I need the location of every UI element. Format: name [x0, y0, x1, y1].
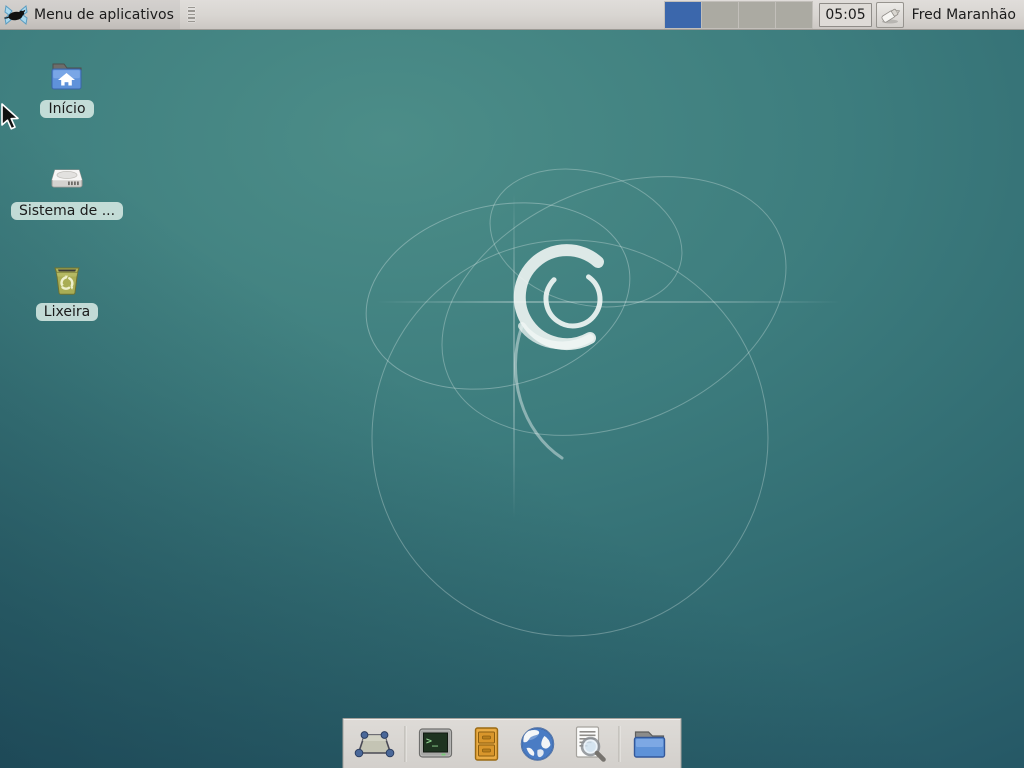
applications-menu-button[interactable]: Menu de aplicativos	[0, 0, 180, 29]
file-manager-launcher[interactable]	[629, 723, 671, 765]
desktop-icon-filesystem[interactable]: Sistema de ...	[12, 158, 122, 220]
desktop-icon-label: Sistema de ...	[11, 202, 123, 220]
blue-folder-icon	[630, 724, 670, 764]
user-actions-label[interactable]: Fred Maranhão	[912, 7, 1024, 23]
web-browser-launcher[interactable]	[517, 723, 559, 765]
dock-separator	[619, 726, 620, 762]
home-folder-icon	[47, 56, 87, 96]
desktop-icon-trash[interactable]: Lixeira	[12, 259, 122, 321]
desktop-icon-home[interactable]: Início	[12, 56, 122, 118]
terminal-icon: >_	[416, 724, 456, 764]
file-cabinet-icon	[467, 724, 507, 764]
debian-swirl-wallpaper	[0, 0, 1024, 768]
top-panel: Menu de aplicativos 05:05 Fred Maranhão	[0, 0, 1024, 30]
show-desktop-button[interactable]	[354, 723, 396, 765]
workspace-cell-3[interactable]	[739, 2, 775, 28]
desktop-background	[0, 0, 1024, 768]
workspace-cell-2[interactable]	[702, 2, 738, 28]
dock-separator	[405, 726, 406, 762]
application-finder-launcher[interactable]	[568, 723, 610, 765]
trash-icon	[47, 259, 87, 299]
xfce-mouse-icon	[4, 4, 28, 26]
panel-plugin-button[interactable]	[876, 2, 904, 28]
bottom-dock-panel: >_	[343, 718, 682, 768]
search-document-icon	[569, 724, 609, 764]
svg-text:>_: >_	[426, 736, 439, 747]
eraser-pen-icon	[879, 5, 901, 25]
terminal-launcher[interactable]: >_	[415, 723, 457, 765]
filesystem-drive-icon	[47, 158, 87, 198]
file-cabinet-launcher[interactable]	[466, 723, 508, 765]
panel-clock[interactable]: 05:05	[819, 3, 871, 27]
workspace-cell-4[interactable]	[776, 2, 812, 28]
desktop-icon-label: Lixeira	[36, 303, 98, 321]
clock-time: 05:05	[825, 7, 865, 23]
applications-menu-label: Menu de aplicativos	[34, 7, 174, 23]
panel-grip-handle[interactable]	[186, 5, 197, 25]
show-desktop-icon	[355, 724, 395, 764]
workspace-switcher	[664, 1, 813, 29]
workspace-cell-1[interactable]	[665, 2, 701, 28]
globe-icon	[518, 724, 558, 764]
desktop-icon-label: Início	[40, 100, 93, 118]
